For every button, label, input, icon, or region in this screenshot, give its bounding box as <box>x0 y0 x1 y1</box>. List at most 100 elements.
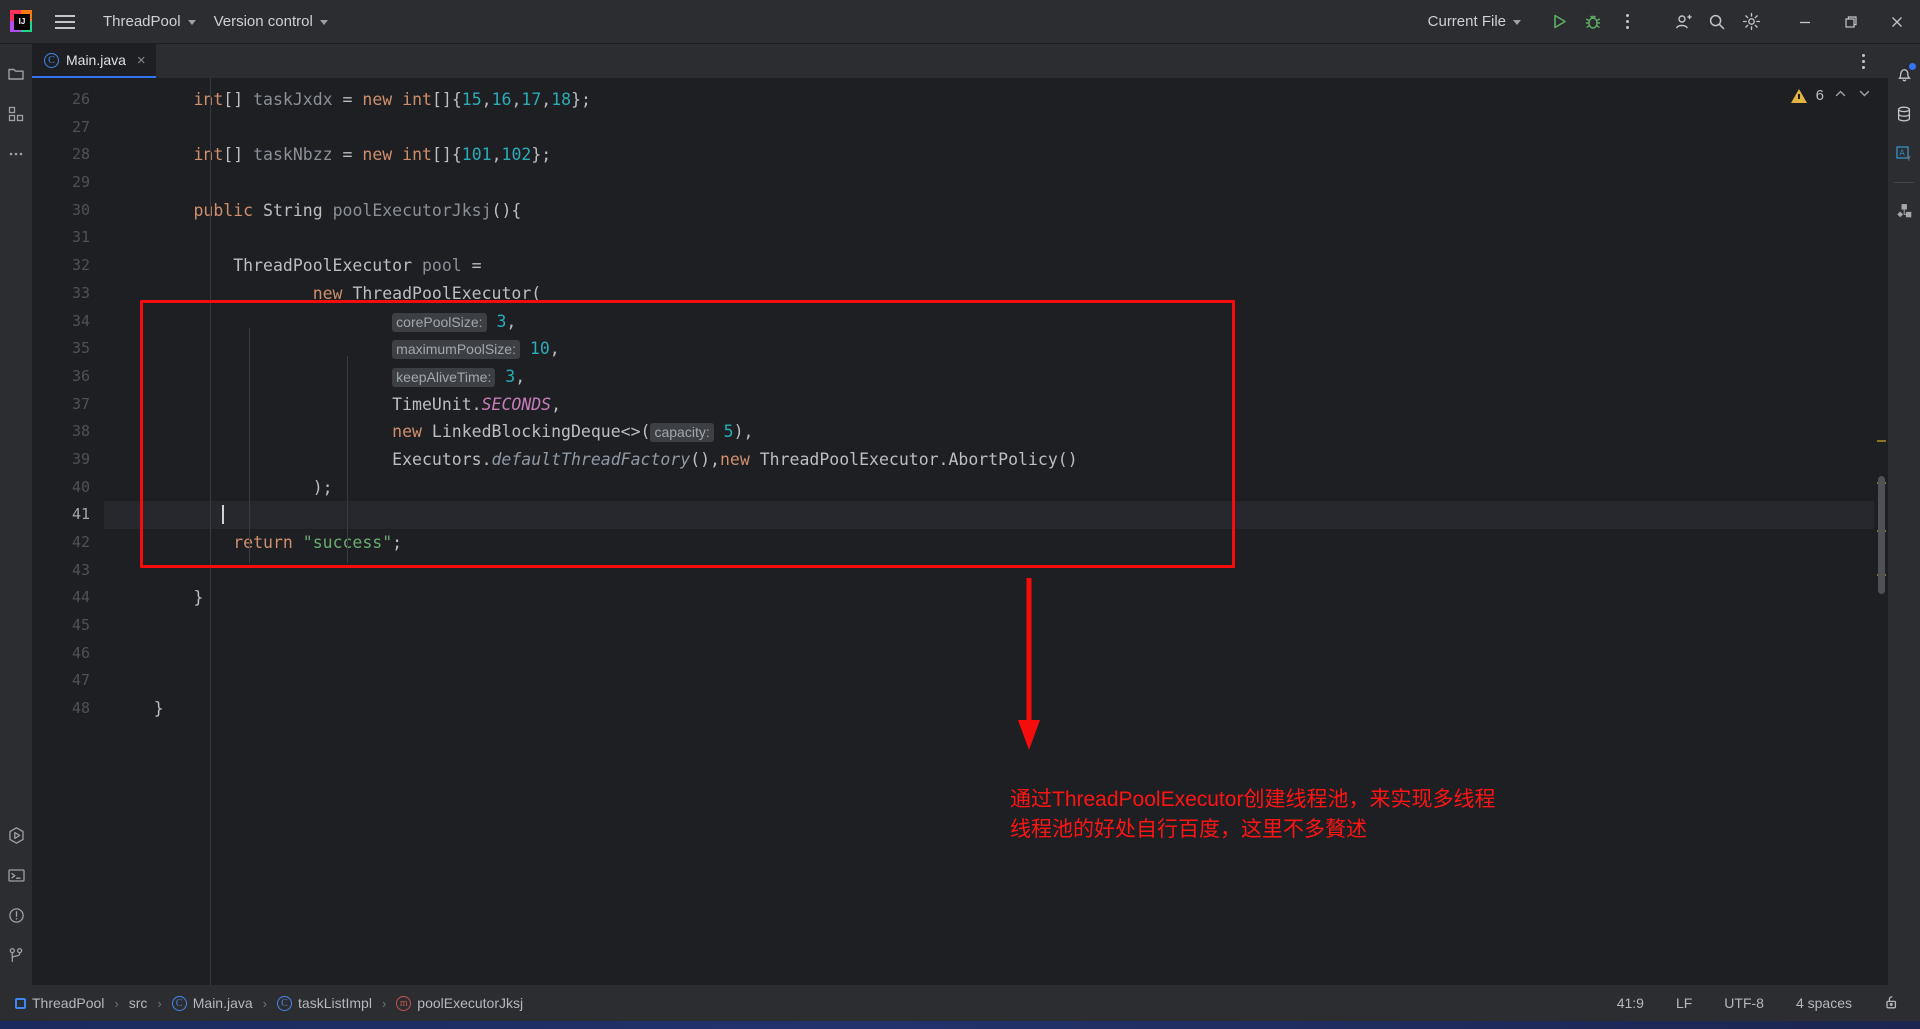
breadcrumb-item[interactable]: C Main.java <box>169 993 256 1013</box>
structure-tool-icon[interactable] <box>0 94 32 134</box>
more-tool-windows-icon[interactable] <box>0 134 32 174</box>
chevron-down-icon <box>187 20 196 25</box>
code-token: , <box>506 311 517 331</box>
file-encoding[interactable]: UTF-8 <box>1720 993 1768 1013</box>
tab-options-icon[interactable] <box>1846 44 1880 78</box>
code-token: 102 <box>501 145 532 165</box>
editor-tab-main-java[interactable]: C Main.java × <box>32 44 156 78</box>
code-line[interactable]: new LinkedBlockingDeque<>(capacity: 5), <box>104 418 1888 446</box>
gear-icon[interactable] <box>1734 5 1768 39</box>
code-line[interactable] <box>104 501 1888 529</box>
code-editor[interactable]: 26 27 28 29 30 31 32 33 34 35 36 37 38 39 40 41 42 43 44 45… <box>32 78 1888 985</box>
code-token: , <box>511 90 522 109</box>
code-token: , <box>549 339 560 359</box>
code-line[interactable]: int[] taskNbzz = new int[]{101,102}; <box>104 141 1888 169</box>
translation-icon[interactable]: A <box>1888 134 1920 174</box>
line-separator[interactable]: LF <box>1672 993 1696 1013</box>
editor-tab-strip: C Main.java × <box>32 44 1888 78</box>
chevron-down-icon[interactable] <box>1857 86 1872 105</box>
code-line[interactable]: return "success"; <box>104 529 1888 557</box>
terminal-tool-icon[interactable] <box>0 855 32 895</box>
code-line[interactable]: ThreadPoolExecutor pool = <box>104 252 1888 280</box>
close-icon[interactable]: × <box>137 53 146 68</box>
code-token: new <box>312 283 343 303</box>
code-token: [] <box>223 145 254 165</box>
code-token: ), <box>733 422 754 442</box>
indent-setting[interactable]: 4 spaces <box>1792 993 1856 1013</box>
code-line[interactable] <box>104 557 1888 585</box>
close-icon[interactable] <box>1874 0 1920 44</box>
bean-diagram-icon[interactable] <box>1888 191 1920 231</box>
code-token: corePoolSize: <box>392 312 487 332</box>
hamburger-menu-icon[interactable] <box>48 5 82 39</box>
code-text-area[interactable]: int[] taskJxdx = new int[]{15,16,17,18};… <box>104 78 1888 985</box>
code-line[interactable] <box>104 612 1888 640</box>
breadcrumb-item[interactable]: CtaskListImpl <box>274 993 375 1013</box>
breadcrumb-separator: › <box>114 995 119 1011</box>
maximize-restore-icon[interactable] <box>1828 0 1874 44</box>
code-token: ( <box>531 283 542 303</box>
breadcrumb-item[interactable]: ThreadPool <box>12 993 107 1013</box>
editor-scrollbar[interactable] <box>1874 78 1888 985</box>
git-tool-icon[interactable] <box>0 935 32 975</box>
left-tool-sidebar <box>0 44 32 985</box>
code-line[interactable]: new ThreadPoolExecutor( <box>104 280 1888 308</box>
line-number: 41 <box>71 505 90 524</box>
breadcrumb-item[interactable]: src <box>126 993 151 1013</box>
code-line[interactable] <box>104 224 1888 252</box>
code-token: defaultThreadFactory <box>491 449 691 469</box>
tab-strip-right-group <box>1846 44 1888 78</box>
inspection-widget[interactable]: 6 <box>1790 86 1872 105</box>
search-icon[interactable] <box>1700 5 1734 39</box>
code-line[interactable] <box>104 169 1888 197</box>
debug-bug-icon[interactable] <box>1576 5 1610 39</box>
code-line[interactable] <box>104 114 1888 142</box>
code-line[interactable]: } <box>104 695 1888 723</box>
code-token: <>( <box>620 422 651 442</box>
code-line[interactable] <box>104 640 1888 668</box>
code-line[interactable]: public String poolExecutorJksj(){ <box>104 197 1888 225</box>
line-number: 42 <box>71 533 90 551</box>
code-token: Executors <box>392 449 482 469</box>
project-selector[interactable]: ThreadPool <box>94 8 205 35</box>
code-token: 10 <box>529 339 550 359</box>
code-line[interactable]: corePoolSize: 3, <box>104 308 1888 336</box>
line-number: 46 <box>71 643 90 662</box>
run-play-icon[interactable] <box>1542 5 1576 39</box>
caret-position[interactable]: 41:9 <box>1613 993 1648 1013</box>
unlocked-padlock-icon[interactable] <box>1880 992 1904 1015</box>
database-icon[interactable] <box>1888 94 1920 134</box>
run-tool-icon[interactable] <box>0 815 32 855</box>
code-line[interactable]: TimeUnit.SECONDS, <box>104 391 1888 419</box>
run-configuration-selector[interactable]: Current File <box>1419 8 1530 35</box>
code-line[interactable]: int[] taskJxdx = new int[]{15,16,17,18}; <box>104 86 1888 114</box>
code-line[interactable] <box>104 667 1888 695</box>
breadcrumb-separator: › <box>157 995 162 1011</box>
java-class-icon: C <box>277 995 293 1011</box>
account-user-icon[interactable] <box>1666 5 1700 39</box>
code-line[interactable]: ); <box>104 474 1888 502</box>
code-token: int <box>402 90 432 109</box>
version-control-menu[interactable]: Version control <box>205 8 337 35</box>
project-tool-icon[interactable] <box>0 54 32 94</box>
minimize-icon[interactable] <box>1782 0 1828 44</box>
problems-tool-icon[interactable] <box>0 895 32 935</box>
chevron-up-icon[interactable] <box>1833 86 1848 105</box>
notifications-icon[interactable] <box>1888 54 1920 94</box>
code-token: taskJxdx <box>253 90 333 109</box>
code-token: maximumPoolSize: <box>392 340 520 360</box>
code-token: }; <box>531 145 552 165</box>
code-token: = <box>332 145 363 165</box>
code-line[interactable]: keepAliveTime: 3, <box>104 363 1888 391</box>
status-bar: ThreadPool › src › C Main.java › CtaskListImpl ›… <box>0 985 1920 1021</box>
code-line[interactable]: Executors.defaultThreadFactory(),new Thr… <box>104 446 1888 474</box>
breadcrumb-item[interactable]: m poolExecutorJksj <box>393 993 526 1013</box>
more-vertical-icon[interactable] <box>1610 5 1644 39</box>
code-line[interactable]: } <box>104 584 1888 612</box>
code-token: . <box>481 449 492 469</box>
code-line[interactable]: maximumPoolSize: 10, <box>104 335 1888 363</box>
